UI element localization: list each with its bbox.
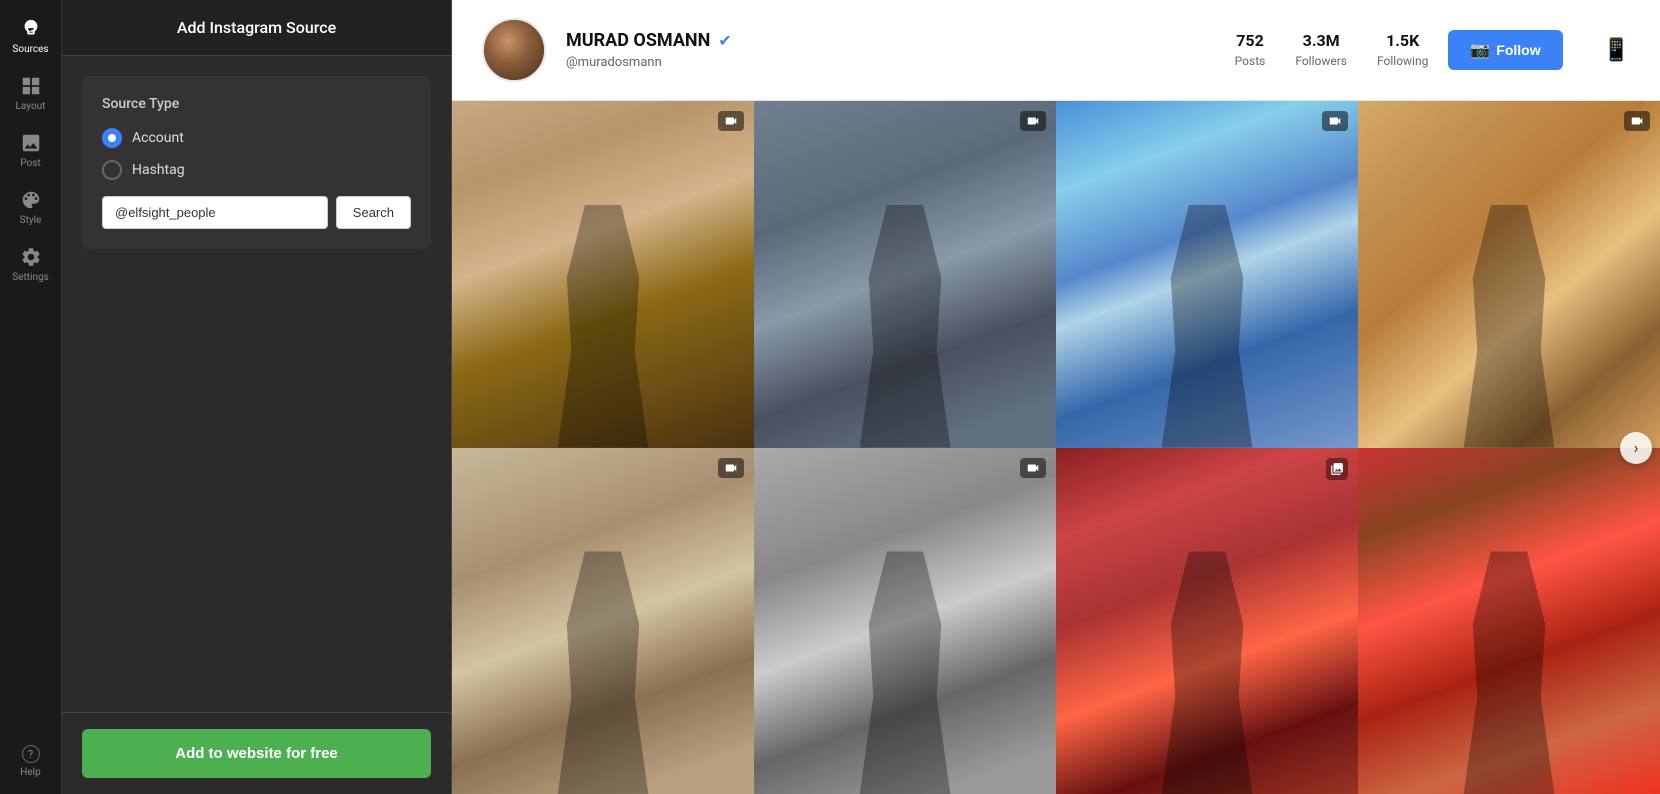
- help-icon: ?: [22, 745, 40, 763]
- profile-name-row: MURAD OSMANN ✔: [566, 30, 1195, 51]
- mobile-preview-icon[interactable]: 📱: [1603, 38, 1630, 63]
- stat-posts: 752 Posts: [1235, 31, 1266, 69]
- instagram-icon: 📷: [1470, 40, 1490, 60]
- grid-item-8[interactable]: [1358, 448, 1660, 794]
- grid-item-5[interactable]: [452, 448, 754, 794]
- album-icon: [1330, 462, 1344, 476]
- sidebar-item-help[interactable]: ? Help: [4, 737, 58, 786]
- video-camera-icon-4: [1630, 114, 1644, 128]
- media-badge-3: [1322, 111, 1348, 131]
- grid-item-6[interactable]: [754, 448, 1056, 794]
- video-camera-icon-6: [1026, 461, 1040, 475]
- sidebar-item-layout-label: Layout: [16, 101, 46, 112]
- source-panel: Add Instagram Source Source Type Account…: [62, 0, 452, 794]
- search-button[interactable]: Search: [336, 196, 411, 229]
- avatar: [482, 18, 546, 82]
- gear-icon: [20, 246, 42, 268]
- image-icon: [20, 132, 42, 154]
- stat-following-label: Following: [1377, 54, 1428, 68]
- panel-content: Source Type Account Hashtag Search: [62, 56, 451, 712]
- stat-following: 1.5K Following: [1377, 31, 1428, 69]
- sidebar-item-settings[interactable]: Settings: [4, 238, 58, 291]
- main-content: MURAD OSMANN ✔ @muradosmann 752 Posts 3.…: [452, 0, 1660, 794]
- grid-item-2[interactable]: [754, 101, 1056, 448]
- radio-hashtag[interactable]: Hashtag: [102, 160, 411, 180]
- video-camera-icon-5: [724, 461, 738, 475]
- profile-name: MURAD OSMANN: [566, 30, 710, 51]
- video-camera-icon-2: [1026, 114, 1040, 128]
- add-to-website-button[interactable]: Add to website for free: [82, 729, 431, 778]
- radio-account-circle: [102, 128, 122, 148]
- plug-icon: [20, 18, 42, 40]
- stat-posts-value: 752: [1235, 31, 1266, 50]
- media-badge-6: [1020, 458, 1046, 478]
- sidebar-item-sources[interactable]: Sources: [4, 10, 58, 63]
- layout-icon: [20, 75, 42, 97]
- panel-footer: Add to website for free: [62, 712, 451, 794]
- source-type-radio-group: Account Hashtag: [102, 128, 411, 180]
- profile-info: MURAD OSMANN ✔ @muradosmann: [566, 30, 1195, 70]
- avatar-image: [484, 20, 544, 80]
- video-camera-icon: [724, 114, 738, 128]
- sidebar-item-layout[interactable]: Layout: [4, 67, 58, 120]
- sidebar-item-style-label: Style: [20, 215, 42, 226]
- sidebar-item-post-label: Post: [20, 158, 40, 169]
- profile-username: @muradosmann: [566, 55, 1195, 70]
- source-type-label: Source Type: [102, 96, 411, 112]
- radio-hashtag-circle: [102, 160, 122, 180]
- media-badge-7: [1326, 458, 1348, 480]
- radio-hashtag-label: Hashtag: [132, 162, 185, 178]
- stat-followers: 3.3M Followers: [1295, 31, 1347, 69]
- source-type-card: Source Type Account Hashtag Search: [82, 76, 431, 249]
- sidebar-item-style[interactable]: Style: [4, 181, 58, 234]
- profile-header: MURAD OSMANN ✔ @muradosmann 752 Posts 3.…: [452, 0, 1660, 101]
- stat-followers-value: 3.3M: [1295, 31, 1347, 50]
- stat-posts-label: Posts: [1235, 54, 1266, 68]
- radio-account-label: Account: [132, 130, 184, 146]
- media-badge-4: [1624, 111, 1650, 131]
- profile-stats: 752 Posts 3.3M Followers 1.5K Following: [1235, 31, 1429, 69]
- media-badge-2: [1020, 111, 1046, 131]
- grid-item-3[interactable]: [1056, 101, 1358, 448]
- grid-item-7[interactable]: [1056, 448, 1358, 794]
- search-input[interactable]: [102, 196, 328, 229]
- sidebar-item-help-label: Help: [20, 767, 40, 778]
- media-badge-1: [718, 111, 744, 131]
- palette-icon: [20, 189, 42, 211]
- sidebar: Sources Layout Post Style Settings ? Hel…: [0, 0, 62, 794]
- stat-following-value: 1.5K: [1377, 31, 1428, 50]
- sidebar-item-post[interactable]: Post: [4, 124, 58, 177]
- next-arrow-button[interactable]: ›: [1620, 432, 1652, 464]
- panel-title: Add Instagram Source: [62, 0, 451, 56]
- media-badge-5: [718, 458, 744, 478]
- search-row: Search: [102, 196, 411, 229]
- grid-item-1[interactable]: [452, 101, 754, 448]
- sidebar-item-sources-label: Sources: [12, 44, 48, 55]
- sidebar-item-settings-label: Settings: [12, 272, 49, 283]
- video-camera-icon-3: [1328, 114, 1342, 128]
- radio-account[interactable]: Account: [102, 128, 411, 148]
- verified-badge-icon: ✔: [718, 31, 731, 50]
- follow-button[interactable]: 📷 Follow: [1448, 30, 1562, 70]
- grid-container: [452, 101, 1660, 794]
- grid-item-4[interactable]: [1358, 101, 1660, 448]
- photo-grid: ›: [452, 101, 1660, 794]
- stat-followers-label: Followers: [1295, 54, 1347, 68]
